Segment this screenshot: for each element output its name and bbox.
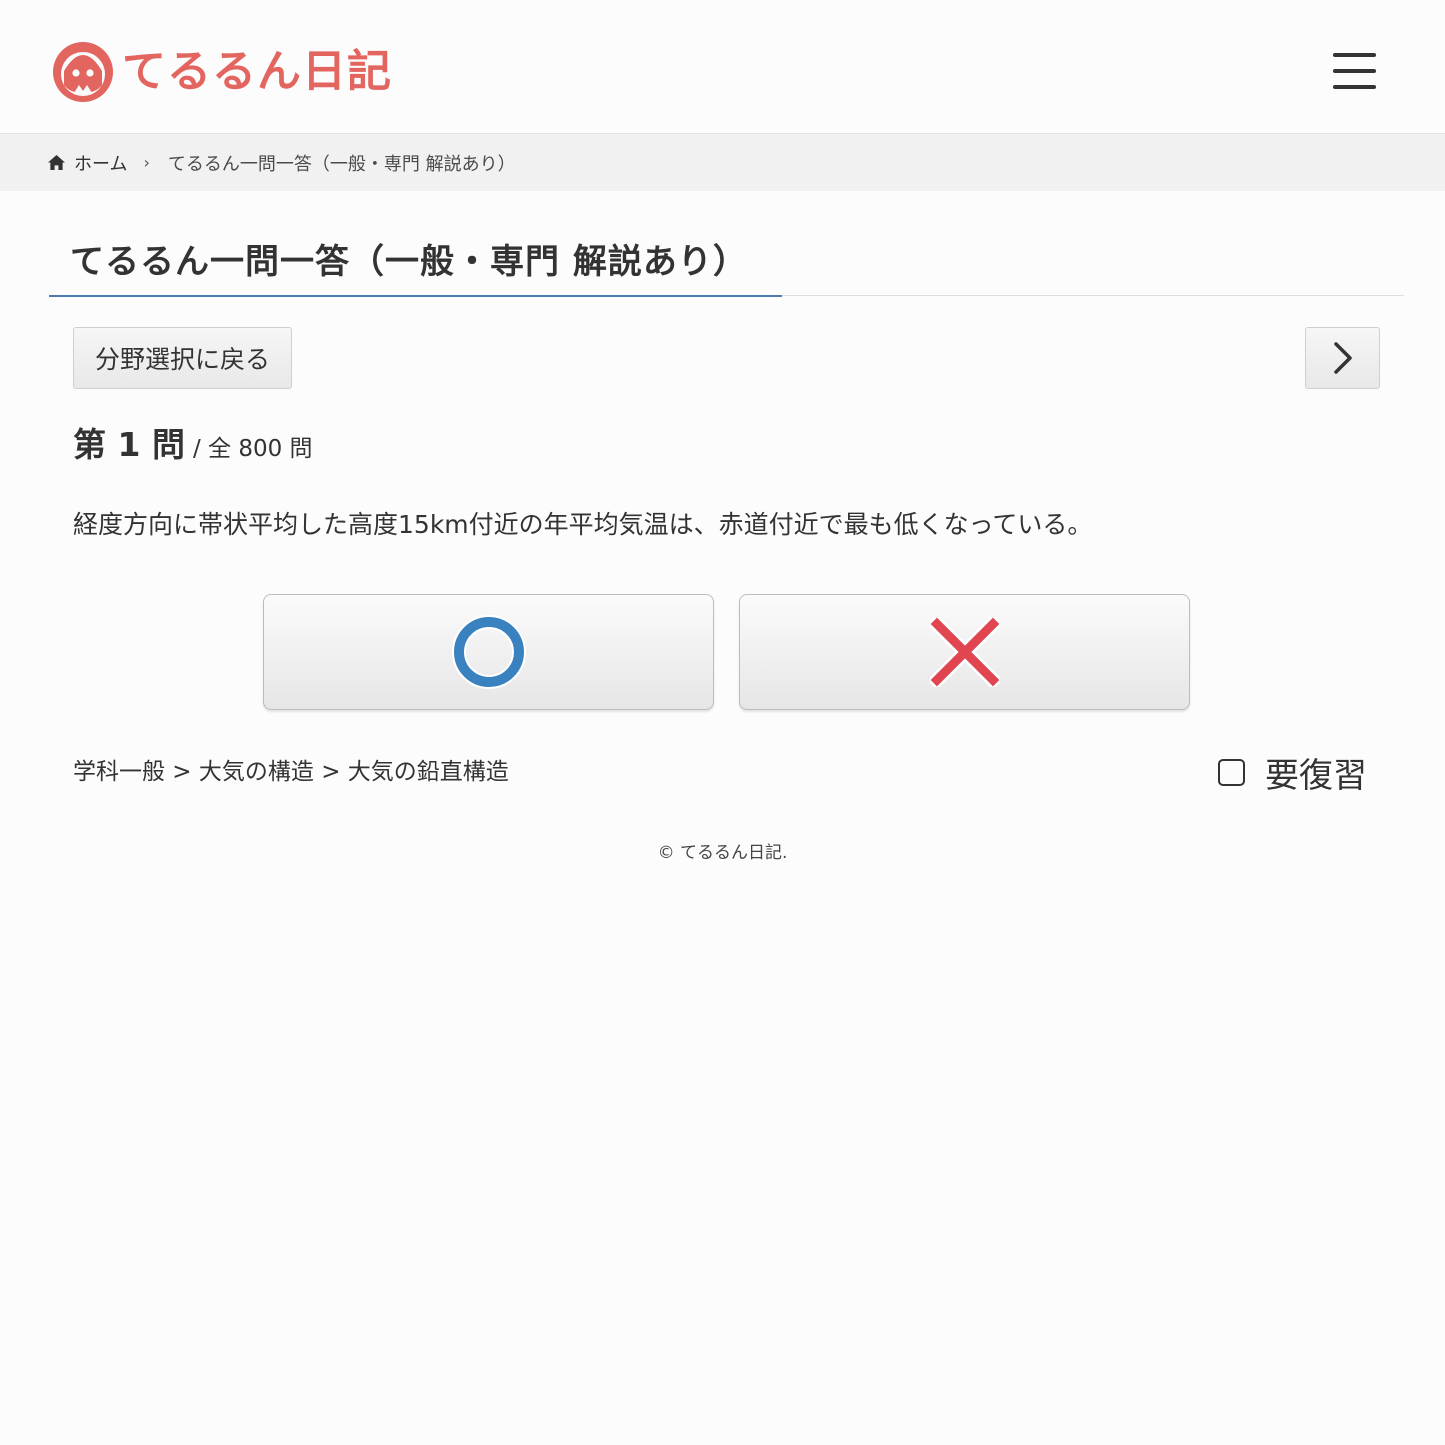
back-to-category-button[interactable]: 分野選択に戻る <box>73 327 292 389</box>
question-number: 第 1 問 <box>73 425 185 464</box>
mascot-icon <box>53 42 113 102</box>
question-counter: 第 1 問 / 全 800 問 <box>73 418 313 466</box>
circle-icon <box>451 615 526 689</box>
site-footer: © てるるん日記. <box>0 838 1445 868</box>
home-icon <box>48 154 65 171</box>
review-toggle[interactable]: 要復習 <box>1218 748 1367 796</box>
answer-true-button[interactable] <box>263 594 714 710</box>
chevron-right-icon <box>1333 342 1352 374</box>
breadcrumb-bar: ホーム › てるるん一問一答（一般・専門 解説あり） <box>0 134 1445 191</box>
breadcrumb-home-link[interactable]: ホーム <box>74 150 127 176</box>
question-total: / 全 800 問 <box>192 436 313 462</box>
category-path: 学科一般 > 大気の構造 > 大気の鉛直構造 <box>73 759 509 785</box>
title-divider-accent <box>49 295 782 297</box>
site-header: てるるん日記 <box>0 0 1445 134</box>
breadcrumb: ホーム › てるるん一問一答（一般・専門 解説あり） <box>47 134 516 191</box>
chevron-right-icon: › <box>143 153 150 172</box>
copyright-text: © てるるん日記. <box>657 843 788 863</box>
next-question-button[interactable] <box>1305 327 1380 389</box>
site-logo-text: てるるん日記 <box>122 46 392 97</box>
site-logo[interactable]: てるるん日記 <box>52 40 392 104</box>
question-text: 経度方向に帯状平均した高度15km付近の年平均気温は、赤道付近で最も低くなってい… <box>73 510 1093 539</box>
review-label: 要復習 <box>1265 755 1367 796</box>
answer-false-button[interactable] <box>739 594 1190 710</box>
review-checkbox[interactable] <box>1218 758 1245 786</box>
cross-icon <box>929 617 1000 687</box>
hamburger-menu-icon[interactable] <box>1328 48 1380 96</box>
breadcrumb-current: てるるん一問一答（一般・専門 解説あり） <box>167 153 516 175</box>
page-title: てるるん一問一答（一般・専門 解説あり） <box>70 242 748 282</box>
